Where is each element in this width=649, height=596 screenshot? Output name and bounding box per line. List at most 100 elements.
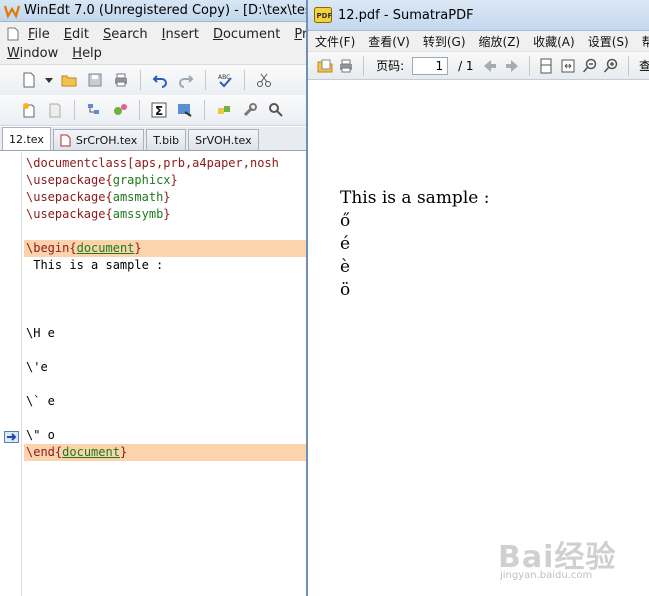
tools-button[interactable]: [239, 99, 261, 121]
print-button[interactable]: [338, 55, 356, 77]
plain-text: \" o: [26, 428, 55, 442]
sigma-button[interactable]: Σ: [148, 99, 170, 121]
menu-goto-cn[interactable]: 转到(G): [416, 33, 472, 50]
editor-gutter: [0, 152, 22, 596]
winedt-titlebar[interactable]: WinEdt 7.0 (Unregistered Copy) - [D:\tex…: [0, 0, 320, 22]
fit-width-icon: [561, 59, 575, 72]
preview-button[interactable]: [174, 99, 196, 121]
menu-zoom-cn[interactable]: 缩放(Z): [472, 33, 527, 50]
search-icon: [269, 103, 283, 117]
sumatra-menubar: 文件(F) 查看(V) 转到(G) 缩放(Z) 收藏(A) 设置(S) 帮: [308, 31, 649, 52]
sumatra-titlebar[interactable]: PDF 12.pdf - SumatraPDF: [308, 0, 649, 31]
find-button[interactable]: [265, 99, 287, 121]
winedt-window: WinEdt 7.0 (Unregistered Copy) - [D:\tex…: [0, 0, 320, 596]
chevron-down-icon: [45, 78, 53, 83]
menu-help[interactable]: Help: [65, 46, 109, 61]
menu-help-cn[interactable]: 帮: [635, 33, 649, 50]
fit-page-icon: [540, 58, 552, 73]
latex-command: \documentclass: [26, 156, 128, 170]
plain-text: \` e: [26, 394, 55, 408]
toolbar-separator: [363, 55, 365, 76]
tab-label: 12.tex: [9, 132, 44, 146]
pdf-canvas[interactable]: This is a sample : ő é è ö: [308, 81, 649, 596]
pdf-text-line: é: [340, 234, 351, 254]
print-button[interactable]: [110, 69, 132, 91]
sumatra-toolbar: 页码: 1 / 1 查: [308, 52, 649, 80]
fit-page-button[interactable]: [538, 55, 556, 77]
tree-button[interactable]: [83, 99, 105, 121]
close-project-button[interactable]: [44, 99, 66, 121]
fit-width-button[interactable]: [559, 55, 577, 77]
spellcheck-icon: ABC: [218, 74, 232, 88]
menu-search[interactable]: Search: [96, 27, 155, 42]
new-dropdown-button[interactable]: [44, 69, 54, 91]
open-button[interactable]: [316, 55, 334, 77]
undo-button[interactable]: [149, 69, 171, 91]
code-line: This is a sample :: [26, 257, 320, 274]
tab-t-bib[interactable]: T.bib: [146, 129, 187, 150]
spellcheck-button[interactable]: ABC: [214, 69, 236, 91]
menu-view-cn[interactable]: 查看(V): [361, 33, 416, 50]
zoom-in-button[interactable]: [603, 55, 621, 77]
winedt-tab-bar: 12.tex SrCrOH.tex T.bib SrVOH.tex: [0, 127, 320, 151]
brace: }: [134, 241, 142, 255]
sumatra-title: 12.pdf - SumatraPDF: [338, 7, 474, 23]
brace: }: [163, 190, 171, 204]
menu-edit[interactable]: Edit: [57, 27, 96, 42]
tab-label: SrVOH.tex: [195, 133, 252, 147]
open-button[interactable]: [58, 69, 80, 91]
document-icon: [60, 134, 71, 146]
menu-file-cn[interactable]: 文件(F): [308, 33, 361, 50]
arrow-left-icon: [484, 59, 497, 72]
code-editor[interactable]: \documentclass[aps,prb,a4paper,nosh \use…: [0, 152, 320, 596]
macro-button[interactable]: [213, 99, 235, 121]
menu-favorites-cn[interactable]: 收藏(A): [526, 33, 581, 50]
brace: }: [119, 445, 128, 459]
latex-argument: document: [62, 445, 120, 459]
toolbar-separator: [74, 100, 75, 120]
new-file-icon: [23, 72, 35, 88]
menu-settings-cn[interactable]: 设置(S): [581, 33, 635, 50]
toolbar-separator: [205, 70, 206, 90]
menu-window[interactable]: Window: [0, 46, 65, 61]
plain-text: \H e: [26, 326, 55, 340]
toolbar-separator: [628, 55, 629, 76]
sumatra-window: PDF 12.pdf - SumatraPDF 文件(F) 查看(V) 转到(G…: [306, 0, 649, 596]
menu-insert[interactable]: Insert: [155, 27, 206, 42]
latex-command: \usepackage: [26, 190, 106, 204]
redo-button[interactable]: [175, 69, 197, 91]
latex-command: \begin: [26, 241, 70, 255]
options-button[interactable]: [109, 99, 131, 121]
latex-argument: amssymb: [112, 207, 164, 221]
new-file-button[interactable]: [18, 69, 40, 91]
document-icon: [7, 27, 19, 41]
tab-srcroh-tex[interactable]: SrCrOH.tex: [52, 129, 145, 150]
latex-command: \end: [26, 445, 55, 459]
wrench-icon: [243, 103, 257, 117]
cut-button[interactable]: [253, 69, 275, 91]
tab-srvoh-tex[interactable]: SrVOH.tex: [188, 129, 259, 150]
page-number-input[interactable]: 1: [412, 56, 449, 75]
tab-label: SrCrOH.tex: [75, 133, 138, 147]
latex-command: \usepackage: [26, 207, 106, 221]
zoom-out-button[interactable]: [581, 55, 599, 77]
search-label: 查: [639, 57, 649, 74]
latex-command: \usepackage: [26, 173, 106, 187]
current-line-arrow-icon: [4, 431, 19, 443]
menu-document[interactable]: Document: [206, 27, 287, 42]
winedt-toolbar-2: Σ: [0, 95, 320, 126]
winedt-menubar: File Edit Search Insert Document Proje W…: [0, 22, 320, 64]
menu-file[interactable]: File: [21, 27, 57, 42]
toolbar-separator: [139, 100, 140, 120]
tab-12-tex[interactable]: 12.tex: [2, 127, 51, 150]
folder-open-icon: [317, 59, 333, 72]
page-label: 页码:: [376, 59, 405, 73]
latex-argument: amsmath: [112, 190, 164, 204]
previous-page-button[interactable]: [482, 55, 500, 77]
toolbar-separator: [140, 70, 141, 90]
folder-open-icon: [61, 75, 77, 87]
new-project-button[interactable]: [18, 99, 40, 121]
next-page-button[interactable]: [503, 55, 521, 77]
save-button[interactable]: [84, 69, 106, 91]
tab-label: T.bib: [153, 133, 180, 147]
